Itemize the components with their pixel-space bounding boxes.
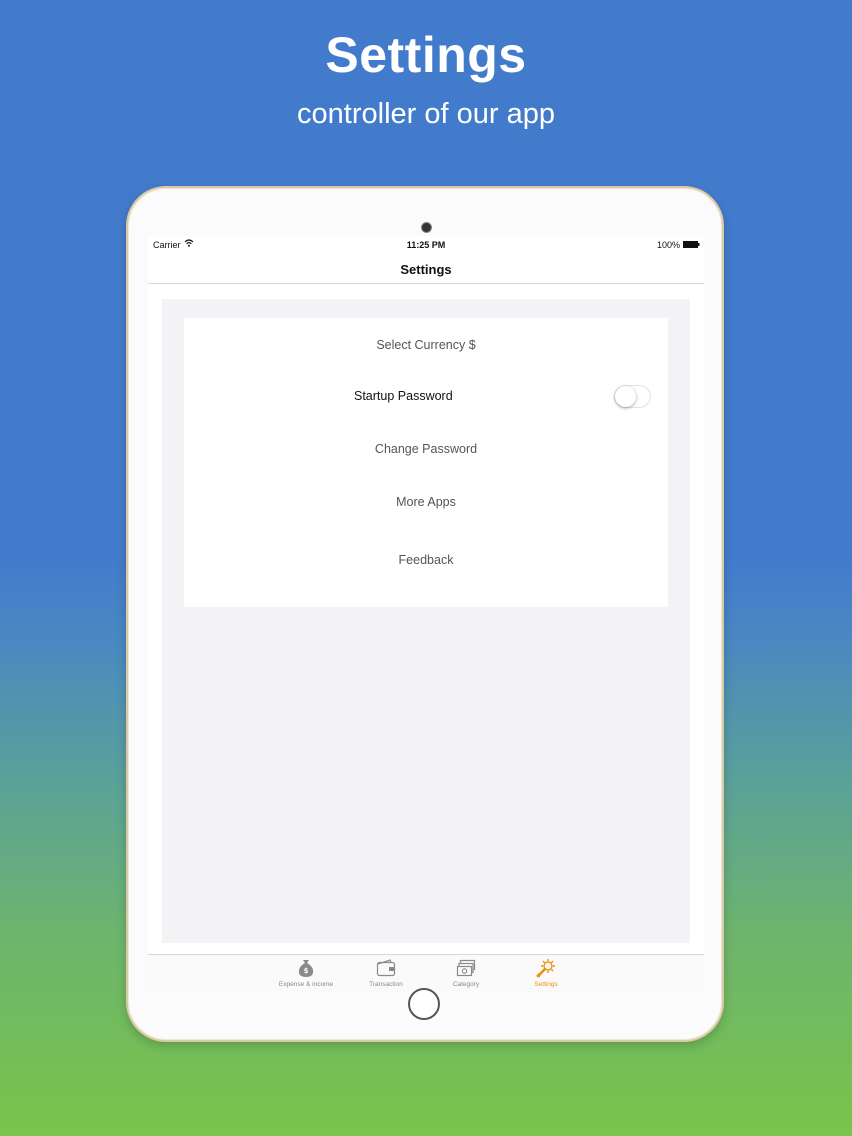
select-currency-button[interactable]: Select Currency $ — [184, 338, 668, 352]
tab-label: Transaction — [369, 981, 403, 988]
feedback-button[interactable]: Feedback — [184, 553, 668, 567]
navigation-bar: Settings — [148, 254, 704, 284]
promo-subtitle: controller of our app — [297, 98, 555, 130]
status-time: 11:25 PM — [406, 240, 446, 250]
ipad-frame: Carrier 11:25 PM 100% Settings Select Cu… — [126, 186, 724, 1042]
battery-percent: 100% — [656, 240, 680, 250]
tab-transaction[interactable]: Transaction — [351, 957, 421, 988]
tab-settings[interactable]: Settings — [511, 957, 581, 988]
nav-title: Settings — [400, 262, 452, 277]
wrench-gear-icon — [536, 959, 555, 978]
change-password-button[interactable]: Change Password — [184, 442, 668, 456]
status-bar: Carrier 11:25 PM 100% — [148, 236, 704, 254]
camera-lens — [422, 223, 431, 232]
cash-stack-icon — [456, 959, 476, 977]
startup-password-label: Startup Password — [354, 389, 453, 403]
home-button[interactable] — [408, 988, 440, 1020]
battery-icon — [683, 241, 700, 248]
settings-card: Select Currency $ Startup Password Chang… — [184, 318, 668, 607]
tab-label: Category — [452, 981, 480, 988]
more-apps-button[interactable]: More Apps — [184, 495, 668, 509]
tab-label: Expense & income — [278, 981, 334, 988]
startup-password-toggle[interactable] — [614, 385, 651, 408]
money-bag-icon: $ — [298, 960, 314, 977]
tab-label: Settings — [534, 981, 558, 988]
tab-bar: $ Expense & income Transaction Category … — [148, 954, 704, 992]
settings-content: Select Currency $ Startup Password Chang… — [162, 299, 690, 943]
toggle-knob — [615, 386, 636, 407]
tab-category[interactable]: Category — [431, 957, 501, 988]
wallet-icon — [376, 959, 396, 977]
tab-expense-income[interactable]: $ Expense & income — [271, 957, 341, 988]
svg-text:$: $ — [304, 967, 309, 975]
app-screen: Carrier 11:25 PM 100% Settings Select Cu… — [148, 236, 704, 992]
promo-title: Settings — [325, 27, 527, 83]
